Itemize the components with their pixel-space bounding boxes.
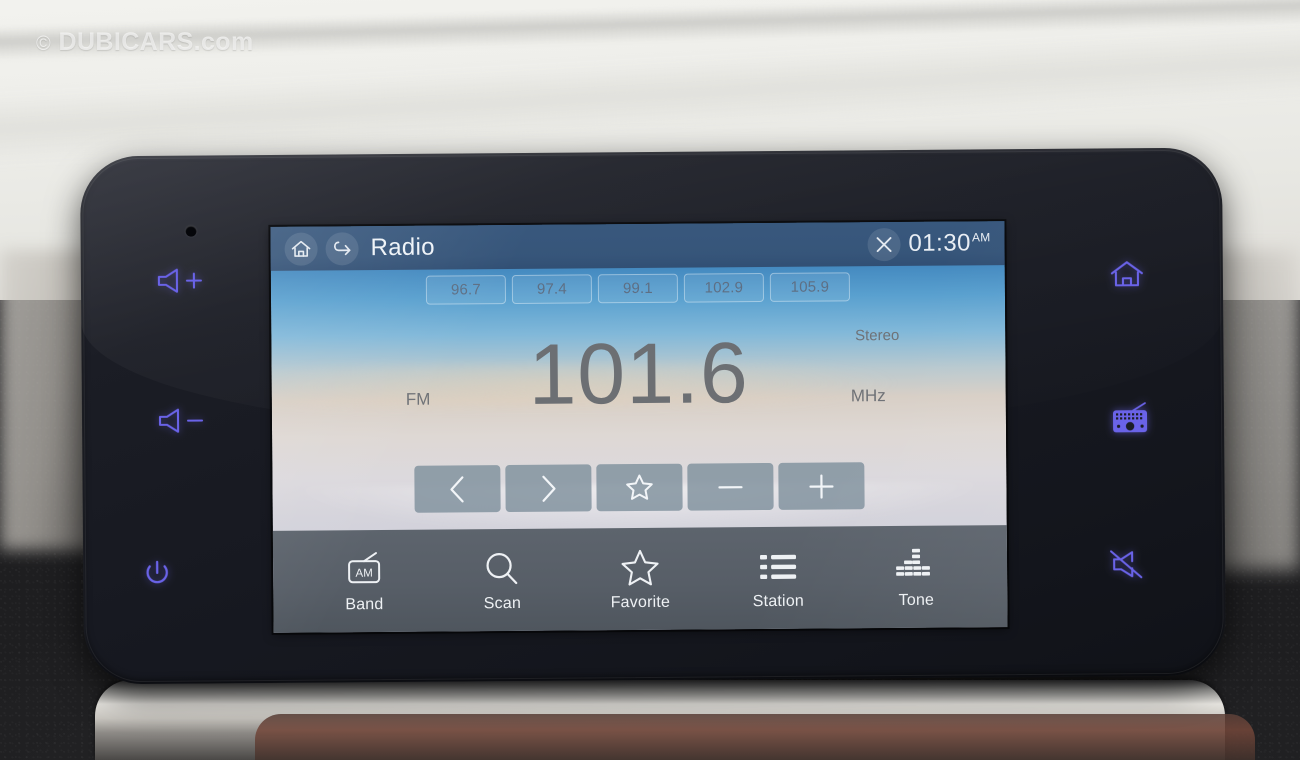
- nav-item-band[interactable]: AM Band: [309, 548, 420, 615]
- volume-up-icon: [157, 268, 202, 293]
- add-favorite-button[interactable]: [596, 463, 683, 512]
- plus-icon: [809, 473, 834, 499]
- search-icon: [486, 553, 518, 585]
- tuning-controls: [272, 461, 1006, 514]
- prev-station-button[interactable]: [414, 465, 501, 513]
- nav-icon-favorite: [619, 546, 661, 590]
- bezel-mute-button[interactable]: [1103, 544, 1159, 584]
- preset-button-3[interactable]: 99.1: [597, 273, 679, 304]
- radio-am-icon: AM: [348, 552, 381, 584]
- status-clock: 01:30 AM: [908, 229, 990, 258]
- frequency-value: 101.6: [528, 325, 750, 423]
- back-icon: [333, 241, 350, 256]
- nav-item-scan[interactable]: Scan: [447, 547, 558, 614]
- preset-button-5[interactable]: 105.9: [769, 272, 851, 302]
- page-title: Radio: [370, 233, 435, 262]
- home-icon: [291, 240, 311, 257]
- preset-button-2[interactable]: 97.4: [511, 274, 593, 304]
- bezel-volume-down-button[interactable]: [154, 403, 212, 437]
- now-playing-block: Stereo 101.6 FM MHz: [271, 319, 1006, 435]
- mute-icon: [1110, 550, 1143, 579]
- nav-label-band: Band: [345, 596, 384, 614]
- chevron-left-icon: [450, 475, 464, 502]
- radio-icon: [1112, 402, 1148, 433]
- volume-down-icon: [158, 408, 204, 433]
- preset-button-4[interactable]: 102.9: [683, 273, 765, 303]
- bezel-home-button[interactable]: [1103, 256, 1151, 292]
- frequency-unit-label: MHz: [850, 386, 886, 406]
- bottom-nav-bar: AM Band Scan Favorite Station Tone: [272, 525, 1008, 633]
- nav-label-favorite: Favorite: [610, 593, 671, 612]
- watermark-text: DUBICARS.com: [58, 28, 254, 56]
- power-icon: [146, 560, 168, 584]
- nav-item-station[interactable]: Station: [723, 544, 834, 611]
- chrome-trim-inner: [255, 714, 1255, 760]
- bezel-volume-up-button[interactable]: [153, 263, 211, 297]
- star-icon: [626, 474, 653, 500]
- light-sensor: [185, 225, 197, 237]
- tune-down-button[interactable]: [687, 462, 774, 511]
- bezel-power-button[interactable]: [135, 554, 179, 594]
- chrome-trim: [95, 680, 1255, 760]
- bezel-radio-button[interactable]: [1104, 398, 1156, 438]
- header-right-group: 01:30 AM: [867, 227, 991, 261]
- header-home-button[interactable]: [284, 232, 318, 266]
- infotainment-screen: Radio 01:30 AM 96.7 97.4 99.1 102.9 105.…: [270, 221, 1008, 633]
- close-icon: [876, 236, 892, 252]
- svg-text:AM: AM: [355, 568, 372, 580]
- home-icon: [1110, 261, 1143, 287]
- equalizer-icon: [896, 548, 930, 576]
- nav-icon-tone: [895, 544, 937, 588]
- nav-label-tone: Tone: [898, 591, 935, 609]
- nav-icon-scan: [482, 547, 522, 591]
- nav-item-tone[interactable]: Tone: [861, 543, 972, 610]
- nav-icon-band: AM: [342, 548, 386, 592]
- nav-label-station: Station: [752, 592, 805, 611]
- next-station-button[interactable]: [505, 464, 592, 513]
- band-label: FM: [405, 389, 431, 409]
- clock-ampm: AM: [971, 230, 991, 245]
- chevron-right-icon: [542, 475, 556, 502]
- nav-icon-station: [758, 545, 798, 589]
- star-icon: [621, 549, 659, 586]
- list-icon: [760, 554, 797, 580]
- nav-item-favorite[interactable]: Favorite: [585, 546, 696, 613]
- minus-icon: [718, 485, 743, 488]
- tune-up-button[interactable]: [778, 462, 865, 510]
- clock-time: 01:30: [908, 229, 972, 257]
- preset-button-1[interactable]: 96.7: [425, 275, 507, 305]
- watermark: © DUBICARS.com: [36, 28, 254, 57]
- nav-label-scan: Scan: [483, 594, 522, 613]
- screen-header: Radio 01:30 AM: [270, 221, 1005, 271]
- header-back-button[interactable]: [325, 231, 359, 265]
- watermark-copyright: ©: [36, 33, 52, 55]
- header-close-button[interactable]: [867, 227, 901, 261]
- preset-station-list: 96.7 97.4 99.1 102.9 105.9: [271, 271, 1005, 306]
- screenshot-root: © DUBICARS.com Radio 01:30 AM 96.7 97.4 …: [0, 0, 1300, 760]
